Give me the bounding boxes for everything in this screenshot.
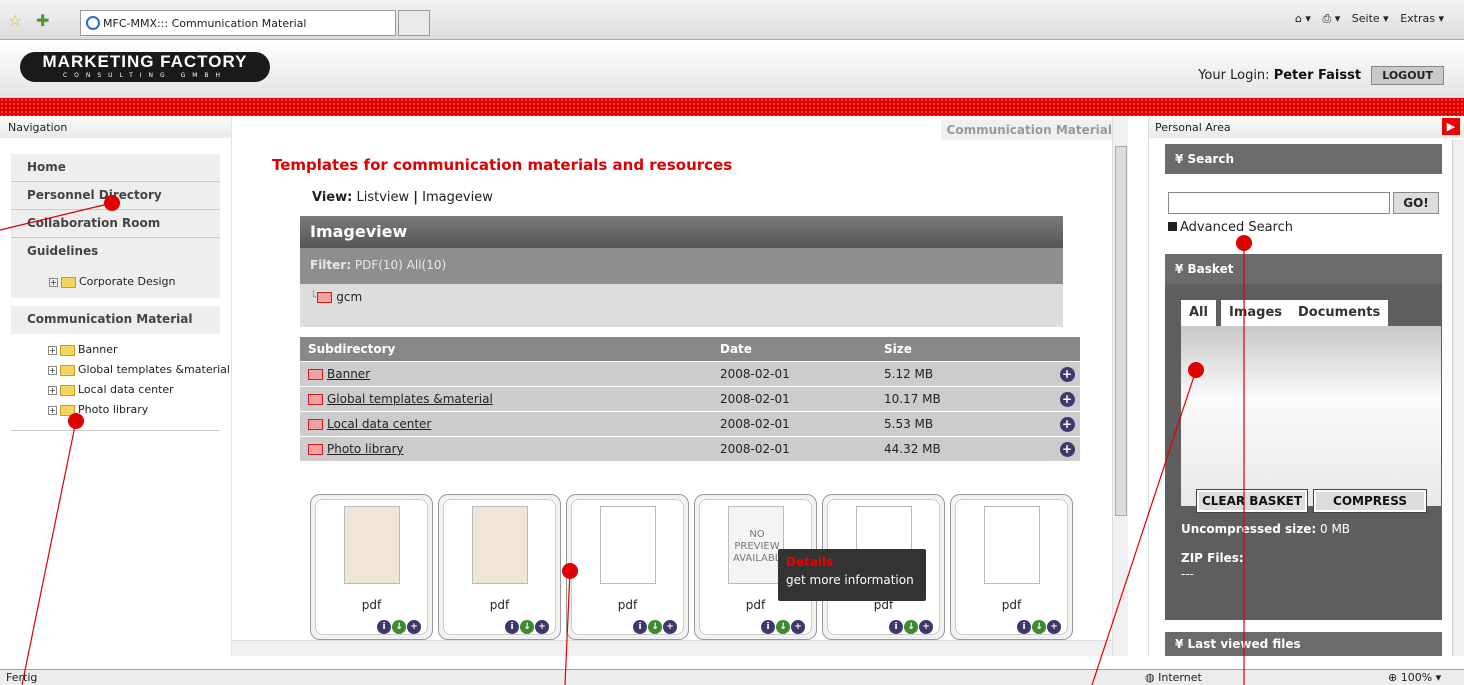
annotation-dot <box>1236 235 1252 251</box>
annotation-line <box>0 202 113 231</box>
annotation-dot <box>104 195 120 211</box>
annotation-line <box>1091 369 1197 685</box>
annotation-dot <box>1188 362 1204 378</box>
annotation-line <box>21 420 77 685</box>
annotation-dot <box>68 413 84 429</box>
annotation-dots <box>68 195 1252 579</box>
annotation-line <box>564 570 571 685</box>
annotation-overlay <box>0 195 1252 685</box>
annotation-lines <box>0 202 1245 685</box>
annotation-dot <box>562 563 578 579</box>
